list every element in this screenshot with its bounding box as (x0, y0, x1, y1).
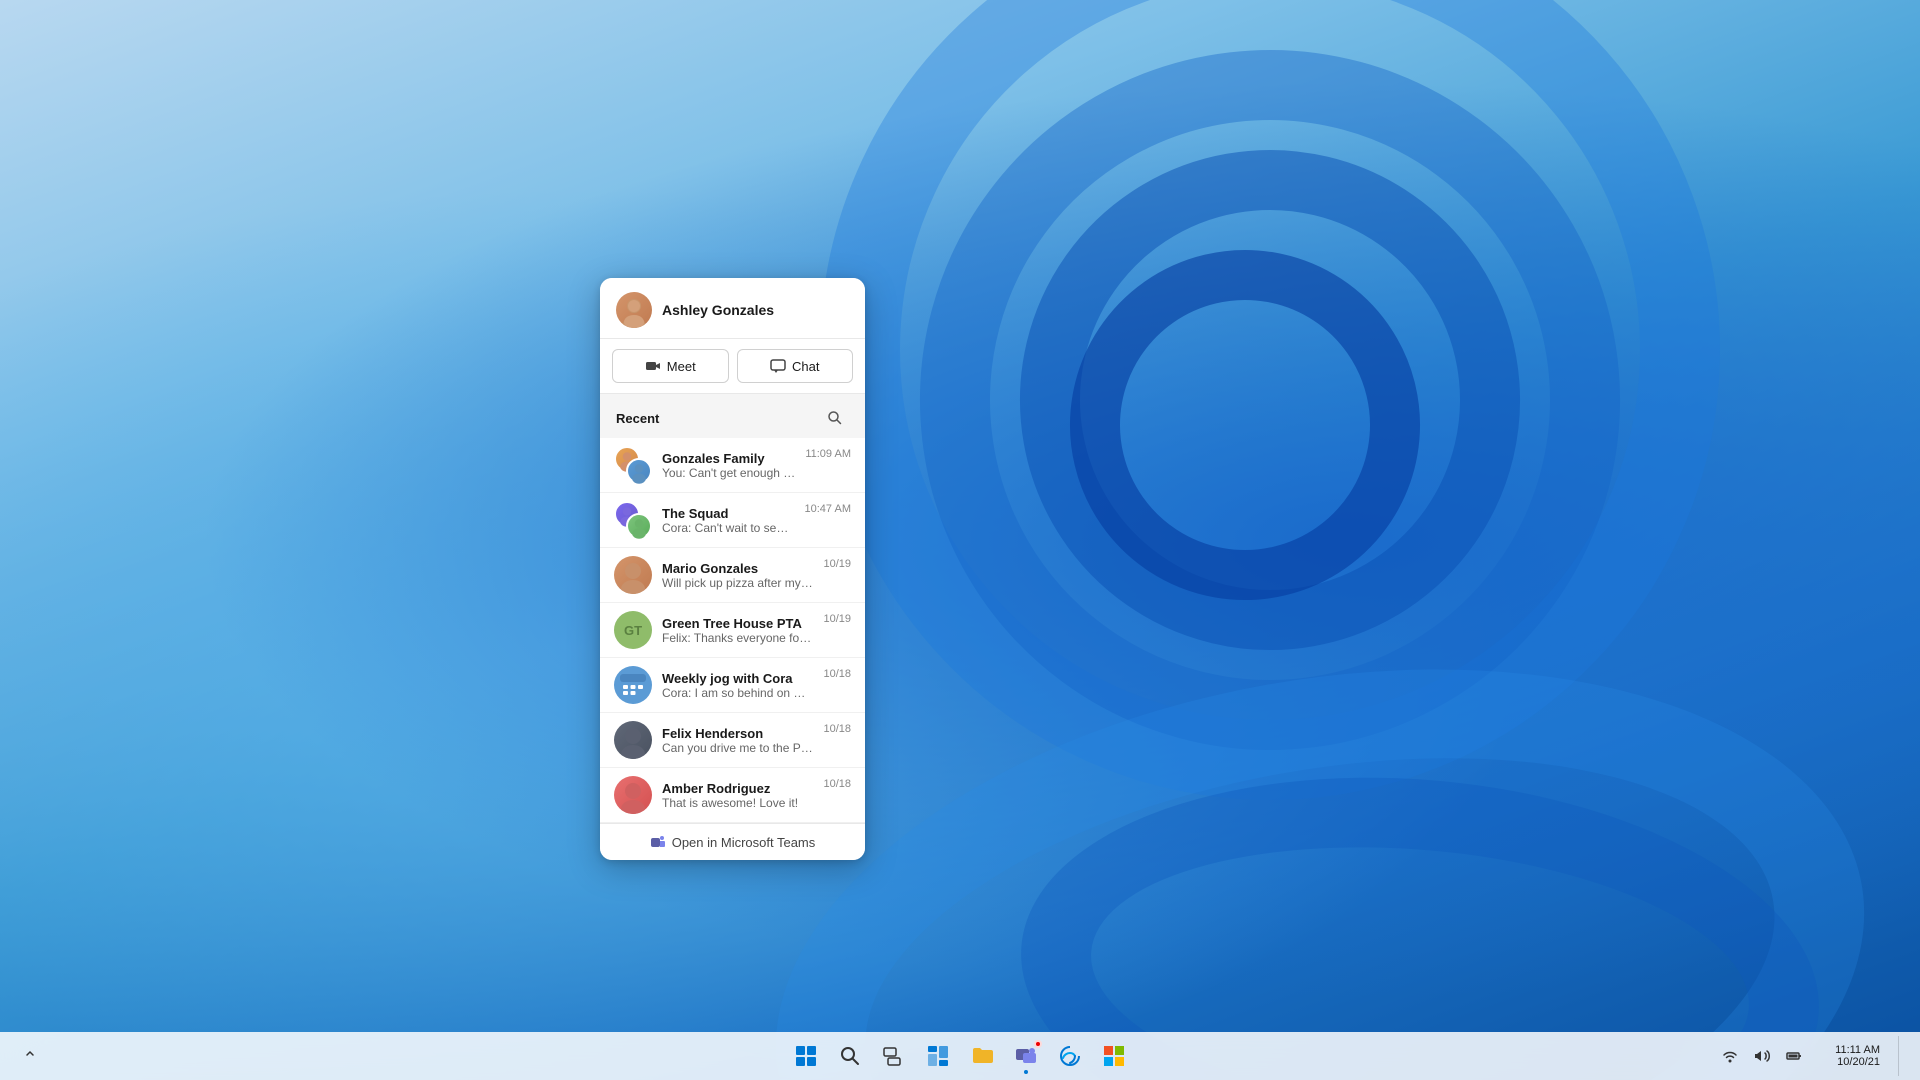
taskbar-left (16, 1042, 44, 1070)
conversation-preview: Cora: I am so behind on my step goals. (662, 686, 813, 700)
show-desktop-button[interactable] (1898, 1036, 1904, 1076)
conversation-name: Amber Rodriguez (662, 781, 813, 796)
conversation-content: Amber Rodriguez That is awesome! Love it… (662, 781, 813, 810)
conversation-content: Weekly jog with Cora Cora: I am so behin… (662, 671, 813, 700)
swirl-decoration (0, 0, 1920, 1080)
conversation-time: 10/18 (823, 666, 851, 680)
store-button[interactable] (1094, 1036, 1134, 1076)
battery-button[interactable] (1780, 1042, 1808, 1070)
system-tray (1716, 1042, 1808, 1070)
conversation-time: 10/19 (823, 556, 851, 570)
chat-taskbar-button[interactable] (1006, 1036, 1046, 1076)
wifi-button[interactable] (1716, 1042, 1744, 1070)
conversation-name: Green Tree House PTA (662, 616, 813, 631)
group-avatar (614, 446, 652, 484)
conversation-item[interactable]: Felix Henderson Can you drive me to the … (600, 713, 865, 768)
conversation-time: 11:09 AM (805, 446, 851, 460)
conversation-preview: That is awesome! Love it! (662, 796, 813, 810)
group-avatar (614, 501, 652, 539)
conversation-preview: Can you drive me to the PTA today? (662, 741, 813, 755)
person-avatar (614, 556, 652, 594)
conversation-time: 10:47 AM (805, 501, 851, 515)
user-display-name: Ashley Gonzales (662, 302, 774, 318)
conversation-preview: Cora: Can't wait to see everyone! (662, 521, 795, 535)
conversation-item[interactable]: Amber Rodriguez That is awesome! Love it… (600, 768, 865, 823)
avatar-image (616, 292, 652, 328)
conversation-content: Mario Gonzales Will pick up pizza after … (662, 561, 813, 590)
conversation-content: The Squad Cora: Can't wait to see everyo… (662, 506, 795, 535)
file-explorer-button[interactable] (962, 1036, 1002, 1076)
person-avatar (614, 721, 652, 759)
action-buttons-row: Meet Chat (600, 339, 865, 394)
volume-button[interactable] (1748, 1042, 1776, 1070)
user-avatar (616, 292, 652, 328)
chat-panel: Ashley Gonzales Meet Chat Recent (600, 278, 865, 860)
conversation-time: 10/18 (823, 776, 851, 790)
meet-icon (645, 358, 661, 374)
conversation-preview: You: Can't get enough of her. (662, 466, 795, 480)
widgets-button[interactable] (918, 1036, 958, 1076)
chat-button[interactable]: Chat (737, 349, 854, 383)
task-view-button[interactable] (874, 1036, 914, 1076)
taskbar-center (786, 1036, 1134, 1076)
conversation-item[interactable]: Mario Gonzales Will pick up pizza after … (600, 548, 865, 603)
show-hidden-icons-button[interactable] (16, 1042, 44, 1070)
conversation-item[interactable]: The Squad Cora: Can't wait to see everyo… (600, 493, 865, 548)
edge-button[interactable] (1050, 1036, 1090, 1076)
notification-dot (1034, 1040, 1042, 1048)
chat-icon (770, 358, 786, 374)
person-avatar (614, 776, 652, 814)
search-icon (827, 410, 843, 426)
chat-header: Ashley Gonzales (600, 278, 865, 339)
conversation-preview: Felix: Thanks everyone for attending tod… (662, 631, 813, 645)
taskbar: 11:11 AM 10/20/21 (0, 1032, 1920, 1080)
meet-button[interactable]: Meet (612, 349, 729, 383)
conversation-item[interactable]: Gonzales Family You: Can't get enough of… (600, 438, 865, 493)
open-teams-label: Open in Microsoft Teams (672, 835, 816, 850)
conversation-name: Mario Gonzales (662, 561, 813, 576)
conversation-list: Gonzales Family You: Can't get enough of… (600, 438, 865, 823)
calendar-avatar (614, 666, 652, 704)
conversation-item[interactable]: Weekly jog with Cora Cora: I am so behin… (600, 658, 865, 713)
recent-label: Recent (616, 411, 659, 426)
teams-icon (650, 834, 666, 850)
conversation-time: 10/18 (823, 721, 851, 735)
conversation-content: Felix Henderson Can you drive me to the … (662, 726, 813, 755)
conversation-name: Felix Henderson (662, 726, 813, 741)
start-button[interactable] (786, 1036, 826, 1076)
search-button[interactable] (821, 404, 849, 432)
clock-date: 10/20/21 (1837, 1056, 1880, 1068)
calendar-icon (614, 666, 652, 704)
conversation-name: The Squad (662, 506, 795, 521)
conversation-name: Weekly jog with Cora (662, 671, 813, 686)
conversation-preview: Will pick up pizza after my practice. (662, 576, 813, 590)
conversation-name: Gonzales Family (662, 451, 795, 466)
conversation-item[interactable]: GT Green Tree House PTA Felix: Thanks ev… (600, 603, 865, 658)
recent-header: Recent (600, 394, 865, 438)
search-button[interactable] (830, 1036, 870, 1076)
open-teams-footer[interactable]: Open in Microsoft Teams (600, 823, 865, 860)
conversation-time: 10/19 (823, 611, 851, 625)
system-clock[interactable]: 11:11 AM 10/20/21 (1816, 1042, 1886, 1070)
conversation-content: Gonzales Family You: Can't get enough of… (662, 451, 795, 480)
clock-time: 11:11 AM (1835, 1044, 1880, 1056)
conversation-content: Green Tree House PTA Felix: Thanks every… (662, 616, 813, 645)
taskbar-right: 11:11 AM 10/20/21 (1716, 1036, 1904, 1076)
initial-avatar: GT (614, 611, 652, 649)
